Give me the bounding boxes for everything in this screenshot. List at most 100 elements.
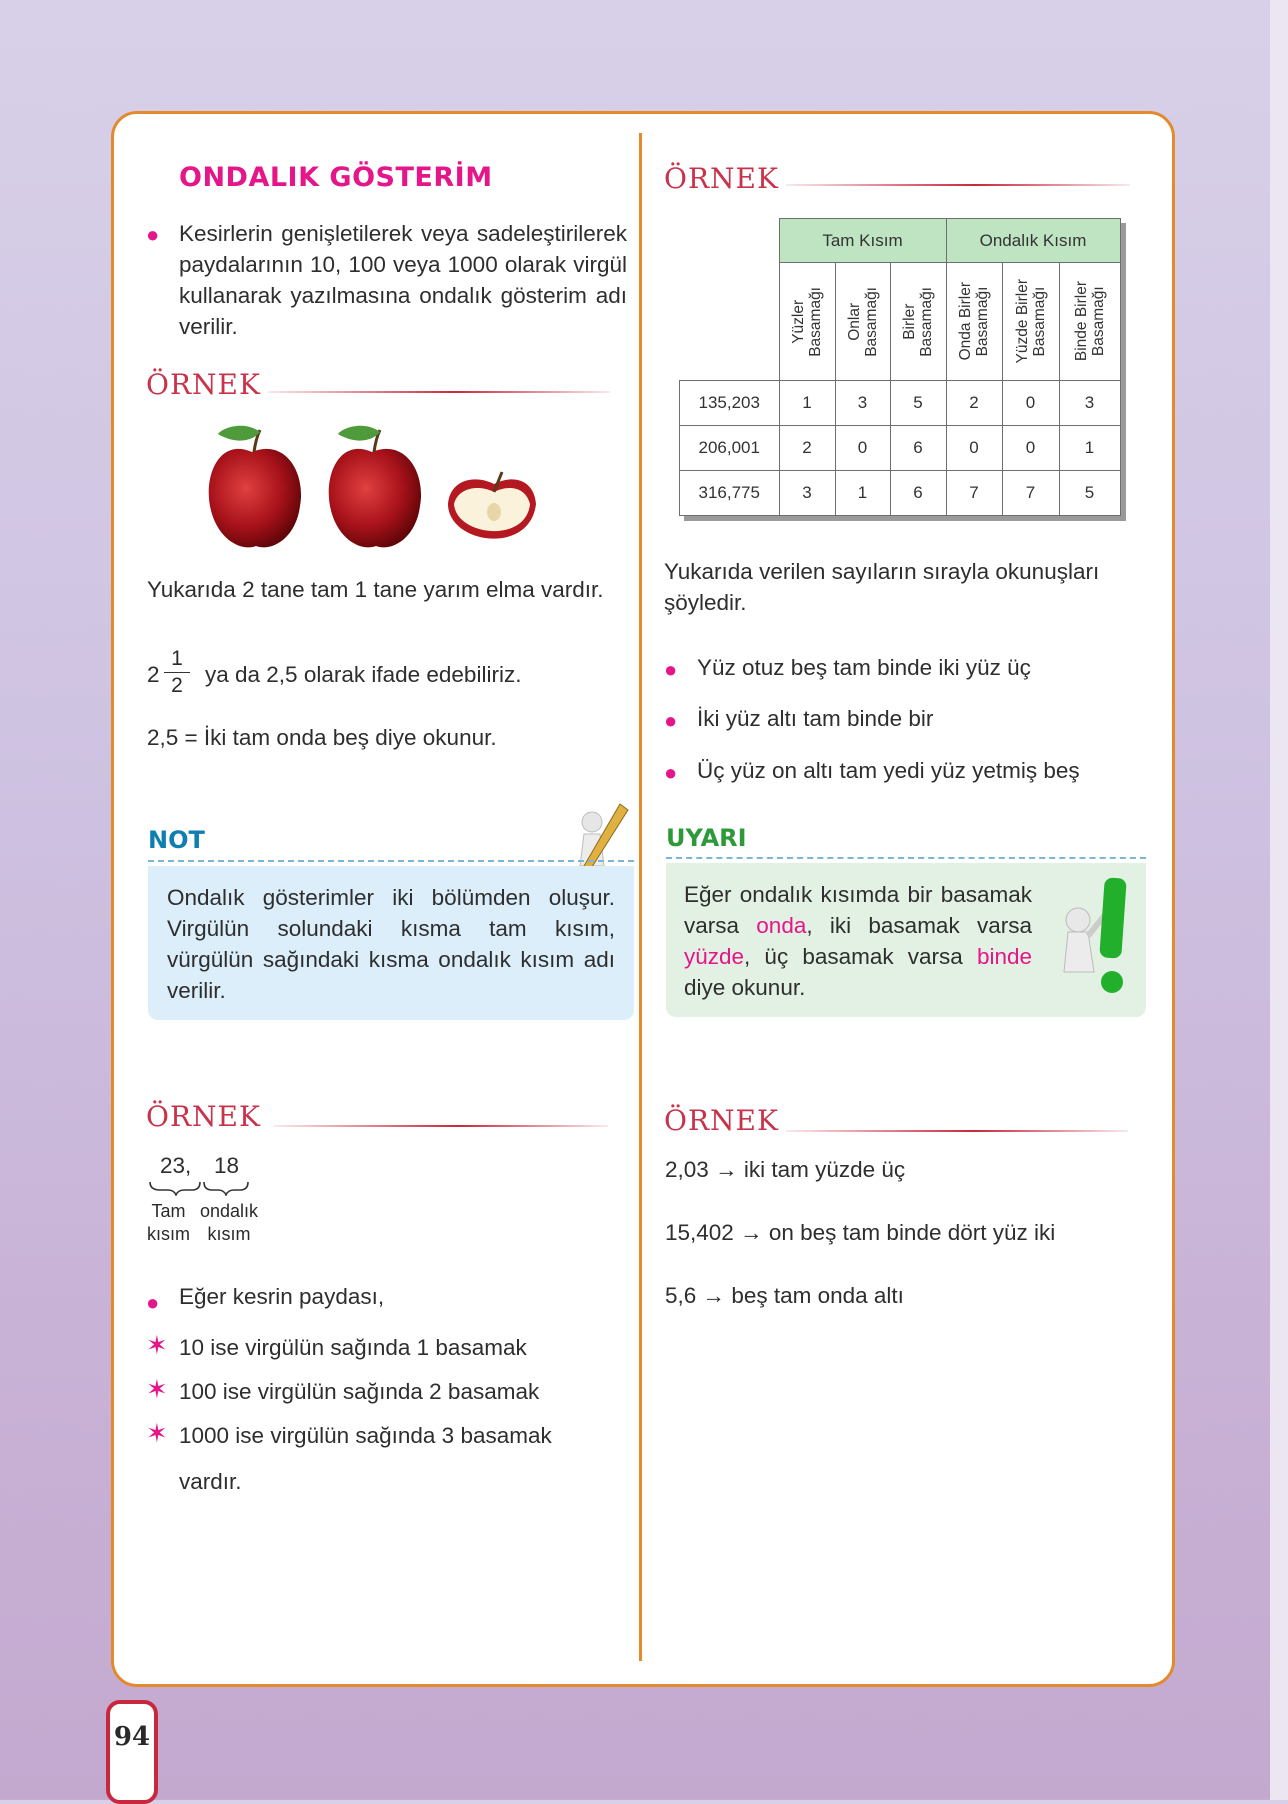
arrow-icon: → <box>715 1157 738 1182</box>
digit-cell: 2 <box>945 380 1003 426</box>
column-header-line: Basamağı <box>918 286 935 357</box>
readings-intro: Yukarıda verilen sayıların sırayla okunu… <box>664 559 1100 615</box>
column-header-line: Onlar <box>845 302 863 341</box>
ornek-label: ÖRNEK <box>146 1100 261 1133</box>
mixed-rest: ya da 2,5 olarak ifade edebiliriz. <box>205 662 522 687</box>
fraction-numerator: 1 <box>171 647 183 670</box>
bullet-icon: ● <box>664 657 678 682</box>
table-row: 316,775 3 1 6 7 7 5 <box>679 470 1121 516</box>
exclamation-figure-icon <box>1063 877 1127 993</box>
keyword-onda: onda <box>756 913 807 938</box>
example-line: 15,402 → on beş tam binde dört yüz iki <box>665 1217 1055 1248</box>
star-icon: ✶ <box>146 1374 168 1404</box>
place-value-table: Tam Kısım Ondalık Kısım Yüzler Basamağı O… <box>679 218 1121 516</box>
column-divider <box>639 133 642 1661</box>
page-number: 94 <box>106 1700 158 1804</box>
intro-paragraph: Kesirlerin genişletilerek veya sadeleşti… <box>179 221 627 339</box>
payda-intro: Eğer kesrin paydası, <box>179 1284 385 1309</box>
column-header-line: Basamağı <box>1089 286 1107 357</box>
bullet-icon: ● <box>664 708 678 733</box>
column-header: Birler Basamağı <box>889 262 947 381</box>
example-number: 2,03 <box>665 1157 709 1182</box>
ornek-underline <box>274 1125 608 1127</box>
ornek-label: ÖRNEK <box>146 368 261 401</box>
column-header: Yüzler Basamağı <box>778 262 836 381</box>
ornek-underline <box>786 184 1130 186</box>
ornek-label: ÖRNEK <box>664 162 779 195</box>
rule-item: 100 ise virgülün sağında 2 basamak <box>179 1379 540 1404</box>
warning-text-part: diye okunur. <box>684 975 806 1000</box>
column-header-line: Yüzler <box>790 299 807 344</box>
example-reading: on beş tam binde dört yüz iki <box>768 1220 1056 1245</box>
label-ondalik-kisim: ondalık kısım <box>200 1200 258 1246</box>
rule-item: 1000 ise virgülün sağında 3 basamak <box>179 1423 552 1448</box>
example-reading: beş tam onda altı <box>731 1283 904 1308</box>
column-header: Yüzde Birler Basamağı <box>1001 262 1060 381</box>
bullet-icon: ● <box>146 1290 160 1315</box>
warning-text: Eğer ondalık kısımda bir basamak varsa o… <box>684 879 1032 1003</box>
digit-cell: 3 <box>834 380 891 426</box>
column-header-line: Basamağı <box>862 286 880 357</box>
label-tam-line2: kısım <box>147 1224 190 1244</box>
reading-item: İki yüz altı tam binde bir <box>697 706 934 731</box>
digit-cell: 6 <box>889 425 947 471</box>
half-apple-icon <box>448 471 536 539</box>
number-cell: 316,775 <box>679 470 780 516</box>
apples-text: Yukarıda 2 tane tam 1 tane yarım elma va… <box>147 577 604 602</box>
section-title: ONDALIK GÖSTERİM <box>179 162 493 193</box>
note-heading: NOT <box>148 826 205 854</box>
example-line: 5,6 → beş tam onda altı <box>665 1280 904 1311</box>
digit-cell: 0 <box>834 425 891 471</box>
digit-cell: 5 <box>1058 470 1121 516</box>
column-header-line: Basamağı <box>974 286 991 357</box>
digit-cell: 1 <box>778 380 836 426</box>
digit-cell: 7 <box>1001 470 1060 516</box>
digit-cell: 1 <box>834 470 891 516</box>
note-text: Ondalık gösterimler iki bölümden oluşur.… <box>167 885 615 1003</box>
table-row: 206,001 2 0 6 0 0 1 <box>679 425 1121 471</box>
warning-text-part: , iki basamak varsa <box>806 913 1032 938</box>
keyword-yuzde: yüzde <box>684 944 745 969</box>
column-header: Onlar Basamağı <box>834 262 891 381</box>
reading-item: Üç yüz on altı tam yedi yüz yetmiş beş <box>697 758 1080 783</box>
column-header-line: Yüzde Birler <box>1013 279 1031 364</box>
arrow-icon: → <box>702 1283 726 1308</box>
star-icon: ✶ <box>146 1330 168 1360</box>
reading-item: Yüz otuz beş tam binde iki yüz üç <box>697 655 1031 680</box>
ornek-underline <box>786 1130 1128 1132</box>
table-corner <box>680 219 780 263</box>
column-header-line: Basamağı <box>807 286 824 357</box>
rule-item: 10 ise virgülün sağında 1 basamak <box>179 1335 527 1360</box>
apple-icon <box>328 425 422 548</box>
digit-cell: 5 <box>889 380 947 426</box>
column-header-line: Onda Birler <box>957 282 974 361</box>
column-header-line: Basamağı <box>1030 286 1048 357</box>
label-tam-line1: Tam <box>151 1201 186 1221</box>
mixed-whole: 2 <box>147 662 160 687</box>
fraction-denominator: 2 <box>164 672 190 699</box>
table-corner <box>679 262 779 381</box>
example-decimal: 18 <box>214 1153 240 1178</box>
warning-divider <box>666 857 1146 859</box>
label-tam-kisim: Tam kısım <box>147 1200 190 1246</box>
apple-icon <box>208 425 302 548</box>
number-cell: 135,203 <box>679 380 780 426</box>
keyword-binde: binde <box>976 944 1032 969</box>
ornek-label: ÖRNEK <box>664 1104 779 1137</box>
fraction: 1 2 <box>164 646 190 699</box>
warning-text-part: , üç basamak varsa <box>744 944 977 969</box>
vardir-text: vardır. <box>179 1469 242 1494</box>
column-header-line: Birler <box>901 303 918 340</box>
table-row: 135,203 1 3 5 2 0 3 <box>679 380 1121 426</box>
example-reading: iki tam yüzde üç <box>743 1157 906 1182</box>
label-ondalik-line2: kısım <box>207 1224 251 1244</box>
digit-cell: 0 <box>1001 380 1060 426</box>
example-number: 15,402 <box>665 1220 734 1245</box>
label-ondalik-line1: ondalık <box>200 1201 259 1221</box>
digit-cell: 7 <box>945 470 1003 516</box>
digit-cell: 3 <box>778 470 836 516</box>
bullet-icon: ● <box>664 760 678 785</box>
header-ondalik-kisim: Ondalık Kısım <box>945 218 1121 263</box>
example-whole: 23, <box>160 1153 192 1178</box>
digit-cell: 3 <box>1058 380 1121 426</box>
